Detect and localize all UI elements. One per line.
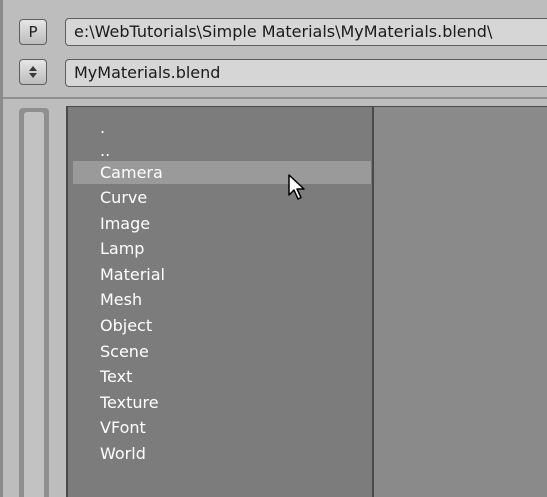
path-field-value: e:\WebTutorials\Simple Materials\MyMater… (74, 22, 493, 41)
mouse-pointer-icon (288, 174, 305, 200)
parent-dir-button-label: P (28, 23, 38, 41)
parent-dir-button[interactable]: P (19, 19, 47, 45)
list-item[interactable]: . (73, 116, 371, 139)
header-divider (3, 97, 547, 99)
list-item[interactable]: World (73, 442, 371, 465)
file-list-empty-pane (374, 106, 547, 497)
path-field[interactable]: e:\WebTutorials\Simple Materials\MyMater… (65, 18, 547, 46)
list-item[interactable]: Image (73, 212, 371, 235)
filename-field[interactable]: MyMaterials.blend (65, 59, 547, 87)
filename-field-value: MyMaterials.blend (74, 63, 221, 82)
list-item[interactable]: Camera (73, 161, 371, 184)
list-item[interactable]: Object (73, 314, 371, 337)
list-item[interactable]: Curve (73, 186, 371, 209)
file-list: . .. Camera Curve Image Lamp Material Me… (66, 106, 374, 497)
list-item[interactable]: VFont (73, 416, 371, 439)
list-item[interactable]: Text (73, 365, 371, 388)
list-item[interactable]: Lamp (73, 237, 371, 260)
list-item[interactable]: Texture (73, 391, 371, 414)
scrollbar-thumb[interactable] (24, 112, 44, 497)
updown-arrows-icon (29, 66, 37, 78)
list-item[interactable]: .. (73, 139, 371, 162)
list-item[interactable]: Scene (73, 340, 371, 363)
dir-menu-button[interactable] (19, 59, 47, 85)
list-item[interactable]: Mesh (73, 288, 371, 311)
file-browser-window: P e:\WebTutorials\Simple Materials\MyMat… (0, 0, 547, 497)
list-item[interactable]: Material (73, 263, 371, 286)
